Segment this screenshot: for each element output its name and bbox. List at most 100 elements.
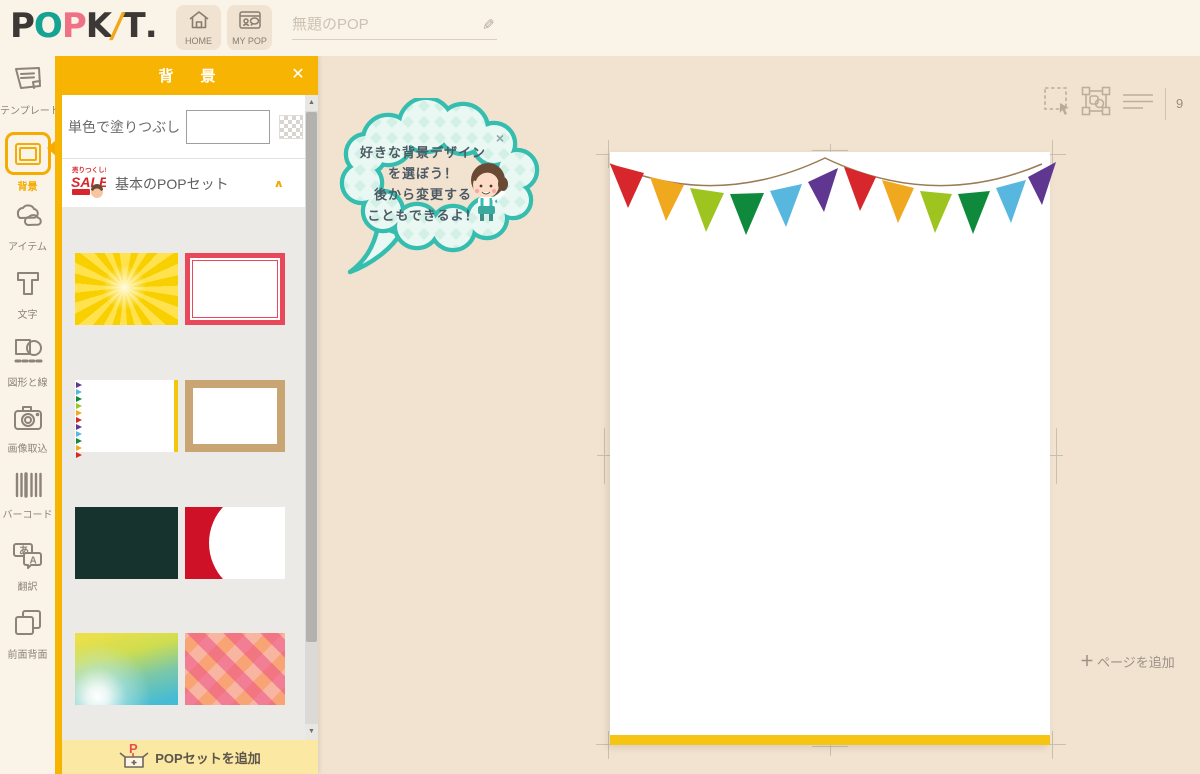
crop-mark: [1056, 428, 1057, 484]
bg-thumbnail-bunting[interactable]: [75, 380, 178, 458]
scroll-up-arrow[interactable]: ▲: [305, 95, 318, 111]
background-panel: 背 景 ✕ 単色で塗りつぶし 売りつくし! SALE 基本のPOPセット ∧ ▲…: [62, 56, 318, 774]
logo-letter: T: [122, 6, 146, 46]
popkit-editor: POPK/T. HOME MY POP ✎ テンプレート: [0, 0, 1200, 774]
add-popset-label: POPセットを追加: [155, 750, 261, 766]
popkit-logo[interactable]: POPK/T.: [10, 6, 158, 46]
translate-icon: あA: [12, 540, 44, 575]
hint-line: 後から変更する: [373, 187, 472, 202]
svg-text:売りつくし!: 売りつくし!: [72, 165, 106, 174]
bg-thumbnail-dark-green[interactable]: [75, 507, 178, 579]
crop-mark: [1052, 731, 1053, 759]
svg-text:A: A: [29, 556, 36, 567]
pop-page[interactable]: [609, 152, 1056, 745]
background-icon: [4, 132, 51, 176]
hint-line: を選ぼう！: [387, 166, 458, 181]
hint-speech-bubble: 好きな背景デザイン を選ぼう！ 後から変更する こともできるよ！ ×: [336, 95, 546, 275]
app-header: POPK/T. HOME MY POP ✎: [0, 0, 1200, 56]
crop-mark: [1049, 455, 1063, 456]
document-title-input[interactable]: [292, 12, 472, 37]
hint-line: こともできるよ！: [367, 208, 479, 223]
mypop-button-label: MY POP: [232, 35, 267, 46]
sidebar-item-label: 前面背面: [7, 650, 48, 661]
shapes-lines-icon: [12, 336, 44, 371]
collapse-chevron-icon[interactable]: ∧: [273, 177, 284, 190]
tool-sidebar: テンプレート 背景 アイテム 文字 図形と線 画像取込 バーコード あ A 翻訳…: [0, 56, 56, 774]
transform-group-icon[interactable]: [1081, 86, 1111, 121]
add-page-button[interactable]: ＋ ページを追加: [1080, 651, 1175, 671]
bg-thumbnail-red-crescent[interactable]: [185, 507, 285, 579]
sidebar-item-template[interactable]: テンプレート: [0, 56, 55, 124]
sidebar-item-label: 図形と線: [7, 378, 48, 389]
add-page-label: ページを追加: [1097, 654, 1175, 670]
sidebar-item-shapes[interactable]: 図形と線: [0, 328, 55, 396]
document-title-field-wrap: ✎: [292, 12, 497, 40]
logo-letter: K: [85, 6, 112, 46]
solid-fill-label: 単色で塗りつぶし: [68, 118, 181, 135]
home-button[interactable]: HOME: [176, 5, 221, 50]
panel-close-icon[interactable]: ✕: [288, 65, 308, 85]
color-swatch-input[interactable]: [186, 109, 271, 144]
barcode-icon: [13, 472, 43, 503]
bg-thumbnail-kraft-frame[interactable]: [185, 380, 285, 452]
popset-box-icon: P: [119, 741, 149, 774]
bg-thumbnail-sunburst[interactable]: [75, 253, 178, 325]
bg-thumbnail-gradient-glow[interactable]: [75, 633, 178, 705]
mypop-icon: [238, 10, 262, 35]
panel-title: 背 景: [158, 68, 222, 85]
panel-scrollbar[interactable]: ▲ ▼: [305, 95, 318, 740]
home-icon: [188, 10, 210, 35]
marquee-select-icon[interactable]: [1043, 86, 1071, 121]
crop-mark: [604, 428, 605, 484]
logo-letter: P: [10, 6, 35, 46]
panel-accent-strip: [55, 56, 62, 774]
bunting-flags: [609, 157, 1056, 235]
sidebar-item-front-back[interactable]: 前面背面: [0, 600, 55, 668]
sidebar-item-background[interactable]: 背景: [0, 124, 56, 192]
sidebar-item-translate[interactable]: あA 翻訳: [0, 532, 55, 600]
red-frame-inner: [192, 260, 278, 318]
sidebar-item-label: バーコード: [2, 510, 53, 521]
popset-section-header[interactable]: 売りつくし! SALE 基本のPOPセット ∧: [62, 160, 306, 207]
transparency-checker-icon[interactable]: [279, 114, 304, 139]
mypop-button[interactable]: MY POP: [227, 5, 272, 50]
zoom-indicator: 9: [1176, 96, 1184, 111]
logo-letter: O: [33, 6, 63, 46]
sidebar-item-label: テンプレート: [0, 106, 55, 117]
popset-section-title: 基本のPOPセット: [115, 175, 229, 192]
layer-list-icon[interactable]: [1121, 89, 1155, 118]
bg-thumbnail-pink-gingham[interactable]: [185, 633, 285, 705]
bg-thumbnail-red-frame[interactable]: [185, 253, 285, 325]
sidebar-item-label: アイテム: [8, 242, 47, 253]
solid-fill-row: 単色で塗りつぶし: [62, 95, 306, 159]
camera-icon: [12, 404, 44, 437]
sale-badge-icon: 売りつくし! SALE: [70, 163, 109, 204]
home-button-label: HOME: [185, 35, 212, 46]
items-clouds-icon: [12, 200, 44, 235]
crop-mark: [608, 731, 609, 759]
sidebar-item-text[interactable]: 文字: [0, 260, 55, 328]
logo-letter: .: [144, 6, 158, 46]
template-icon: [12, 64, 44, 99]
canvas-toolbar: 9: [1043, 86, 1190, 121]
sidebar-item-label: 文字: [17, 310, 38, 321]
hint-text: 好きな背景デザイン を選ぼう！ 後から変更する こともできるよ！: [348, 142, 498, 226]
sidebar-item-image-import[interactable]: 画像取込: [0, 396, 55, 464]
text-icon: [13, 268, 43, 303]
edit-pencil-icon: ✎: [482, 17, 495, 34]
toolbar-divider: [1165, 87, 1166, 120]
scroll-down-arrow[interactable]: ▼: [305, 724, 318, 740]
sidebar-item-label: 翻訳: [17, 582, 38, 593]
crescent-white-circle: [209, 507, 285, 579]
mini-bunting-icon: [76, 382, 82, 458]
sidebar-item-items[interactable]: アイテム: [0, 192, 55, 260]
scrollbar-thumb[interactable]: [306, 112, 317, 642]
background-thumbnails-area: [62, 207, 306, 740]
front-back-icon: [13, 608, 43, 643]
plus-icon: ＋: [1080, 653, 1094, 669]
add-popset-button[interactable]: P POPセットを追加: [62, 740, 318, 774]
hint-close-icon[interactable]: ×: [496, 130, 504, 146]
hint-line: 好きな背景デザイン: [359, 145, 486, 160]
panel-header: 背 景 ✕: [62, 56, 318, 95]
sidebar-item-barcode[interactable]: バーコード: [0, 464, 55, 532]
